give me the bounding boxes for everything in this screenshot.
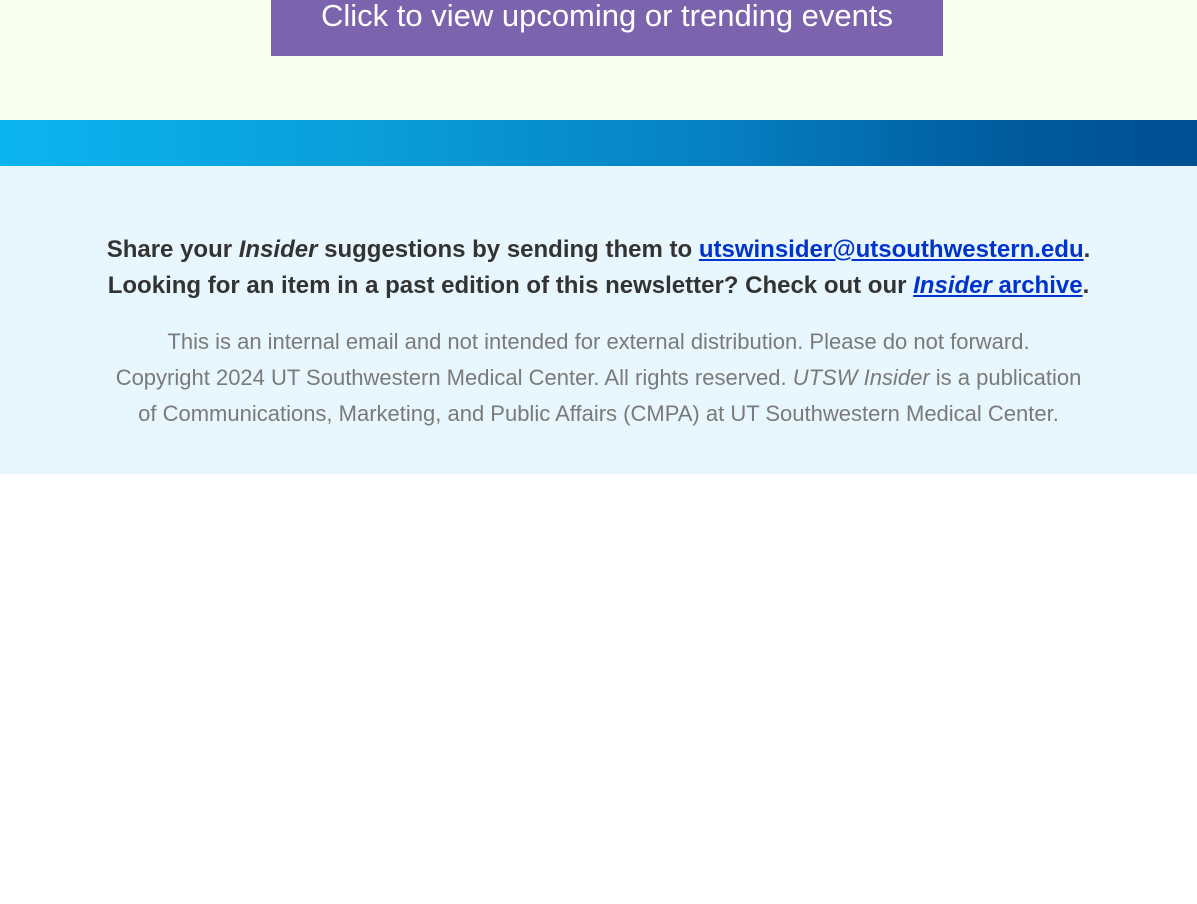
suggest-period-1: . [1083, 236, 1091, 263]
archive-link[interactable]: Insider archive [913, 272, 1082, 299]
events-band: Click to view upcoming or trending event… [0, 0, 1197, 120]
publication-text: is a publication [929, 365, 1082, 390]
suggest-text-2: suggestions by sending them to [317, 236, 699, 263]
archive-link-insider: Insider [913, 272, 992, 299]
archive-link-rest: archive [991, 272, 1083, 299]
newsletter-footer: Share your Insider suggestions by sendin… [0, 166, 1197, 474]
legal-line-1: This is an internal email and not intend… [167, 329, 1030, 354]
view-events-button-label: Click to view upcoming or trending event… [320, 0, 894, 33]
view-events-button[interactable]: Click to view upcoming or trending event… [271, 0, 943, 56]
suggest-text-1: Share your [106, 236, 239, 263]
archive-line: Looking for an item in a past edition of… [0, 268, 1197, 304]
legal-line-2: Copyright 2024 UT Southwestern Medical C… [0, 360, 1197, 396]
legal-notice: This is an internal email and not intend… [0, 324, 1197, 432]
legal-line-3: of Communications, Marketing, and Public… [138, 401, 1059, 426]
copyright-text: Copyright 2024 UT Southwestern Medical C… [115, 365, 793, 390]
archive-text: Looking for an item in a past edition of… [107, 272, 914, 299]
email-link[interactable]: utswinsider@utsouthwestern.edu [699, 236, 1084, 263]
suggestions-text: Share your Insider suggestions by sendin… [0, 232, 1197, 304]
suggestions-line: Share your Insider suggestions by sendin… [0, 232, 1197, 268]
suggest-period-2: . [1082, 272, 1090, 299]
gradient-divider [0, 120, 1197, 166]
publication-name: UTSW Insider [792, 365, 930, 390]
blank-area [0, 474, 1197, 904]
insider-italic: Insider [238, 236, 318, 263]
